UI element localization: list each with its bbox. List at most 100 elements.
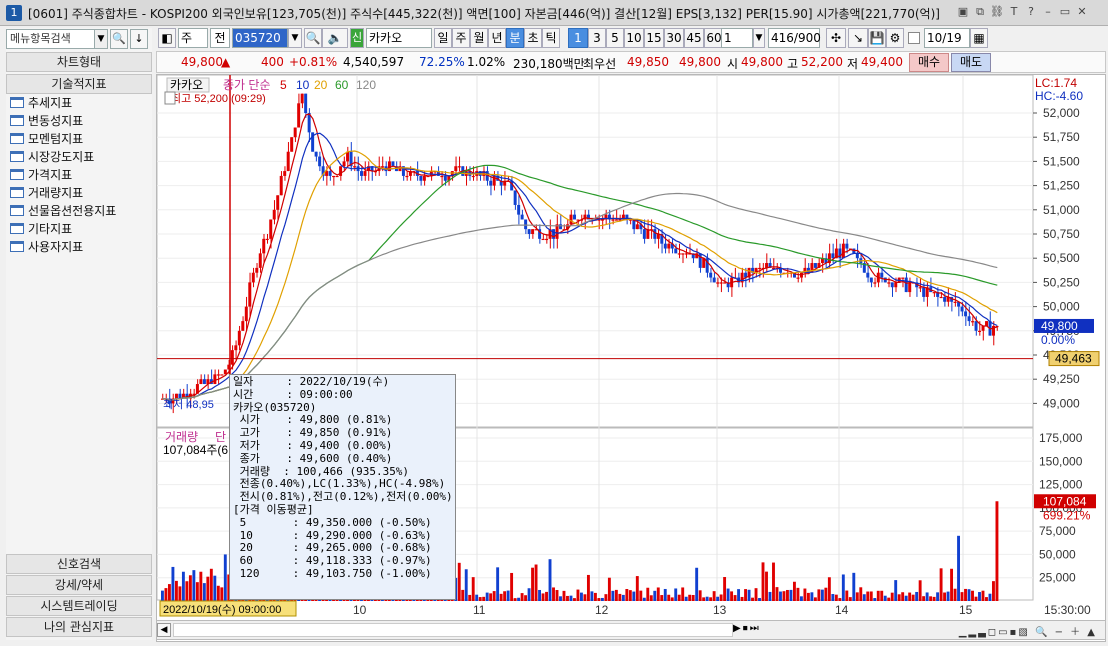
search-dropdown-button[interactable]: ▼ xyxy=(94,29,108,49)
interval-button[interactable]: 45 xyxy=(684,28,704,48)
date-checkbox[interactable] xyxy=(908,32,920,44)
volume-bar xyxy=(946,591,950,601)
interval-button[interactable]: 5 xyxy=(606,28,624,48)
interval-button[interactable]: 10 xyxy=(624,28,644,48)
period-button[interactable]: 분 xyxy=(506,28,524,48)
calendar-icon[interactable]: ▦ xyxy=(970,28,988,48)
lc-label: LC:1.74 xyxy=(1035,76,1077,90)
help-icon[interactable]: ? xyxy=(1024,5,1038,19)
minimize-icon[interactable]: – xyxy=(1041,5,1055,19)
tab-chart-type[interactable]: 차트형태 xyxy=(6,52,152,72)
save-icon[interactable]: 💾 xyxy=(868,28,886,48)
layout-icon[interactable]: ▣ xyxy=(956,5,970,19)
sell-button[interactable]: 매도 xyxy=(951,53,991,72)
volume-bar xyxy=(831,594,835,601)
tab-technical-indicators[interactable]: 기술적지표 xyxy=(6,74,152,94)
strength-weakness-button[interactable]: 강세/약세 xyxy=(6,575,152,595)
candle-body xyxy=(174,393,178,399)
candle-body xyxy=(887,282,891,284)
volume-bar xyxy=(782,591,786,601)
code-dropdown-button[interactable]: ▼ xyxy=(288,28,302,48)
indicator-folder-item[interactable]: 모멘텀지표 xyxy=(10,130,83,148)
zoom-controls[interactable]: ▁▂▃◻▭▪▧ 🔍 − ＋ ▲ xyxy=(797,623,1097,638)
gear-icon[interactable]: ⚙ xyxy=(886,28,904,48)
candle-body xyxy=(974,321,978,331)
period-button[interactable]: 일 xyxy=(434,28,452,48)
copy-window-icon[interactable]: ⧉ xyxy=(973,5,987,19)
price-tick-label: 50,000 xyxy=(1043,300,1080,314)
buy-button[interactable]: 매수 xyxy=(909,53,949,72)
volume-bar xyxy=(883,595,887,601)
menu-search-input[interactable]: 메뉴항목검색 xyxy=(6,29,106,49)
indicator-folder-item[interactable]: 추세지표 xyxy=(10,94,72,112)
period-button[interactable]: 초 xyxy=(524,28,542,48)
volume-bar xyxy=(593,592,597,601)
scroll-track[interactable] xyxy=(173,623,733,637)
indicator-folder-item[interactable]: 기타지표 xyxy=(10,220,72,238)
candle-body xyxy=(569,214,573,225)
interval-button[interactable]: 1 xyxy=(568,28,588,48)
volume-bar xyxy=(971,590,974,601)
indicator-folder-item[interactable]: 선물옵션전용지표 xyxy=(10,202,116,220)
my-indicators-button[interactable]: 나의 관심지표 xyxy=(6,617,152,637)
ma-period-label: 20 xyxy=(314,78,328,92)
volume-bar xyxy=(932,596,936,601)
volume-bar xyxy=(489,593,493,601)
period-button[interactable]: 틱 xyxy=(542,28,560,48)
interval-button[interactable]: 3 xyxy=(588,28,606,48)
volume-bar xyxy=(538,589,541,601)
unit-select[interactable]: 1 xyxy=(721,28,753,48)
candle-body xyxy=(712,277,716,283)
close-icon[interactable]: ✕ xyxy=(1075,5,1089,19)
candle-body xyxy=(342,161,346,167)
volume-bar xyxy=(817,589,821,601)
download-icon[interactable]: ↓ xyxy=(130,29,148,49)
period-button[interactable]: 주 xyxy=(452,28,470,48)
playback-controls[interactable]: ▶⏹⏭ xyxy=(733,623,781,637)
system-trading-button[interactable]: 시스템트레이딩 xyxy=(6,596,152,616)
trendline-icon[interactable]: ↘ xyxy=(848,28,868,48)
candle-body xyxy=(318,156,322,167)
signal-search-button[interactable]: 신호검색 xyxy=(6,554,152,574)
volume-bar xyxy=(796,587,800,601)
candle-body xyxy=(960,306,964,312)
volume-bar xyxy=(604,594,608,601)
period-button[interactable]: 년 xyxy=(488,28,506,48)
indicator-folder-item[interactable]: 가격지표 xyxy=(10,166,72,184)
link-icon[interactable]: ⛓ xyxy=(990,5,1004,19)
stock-code-input[interactable]: 035720 xyxy=(232,28,288,48)
mode-select[interactable]: 주 xyxy=(178,28,208,48)
search-icon[interactable]: 🔍 xyxy=(110,29,128,49)
period-button[interactable]: 월 xyxy=(470,28,488,48)
interval-button[interactable]: 30 xyxy=(664,28,684,48)
candle-body xyxy=(335,175,339,178)
maximize-icon[interactable]: ▭ xyxy=(1058,5,1072,19)
chart-scrollbar[interactable]: ◀ ▶⏹⏭ ▁▂▃◻▭▪▧ 🔍 − ＋ ▲ xyxy=(156,620,1106,640)
crosshair-icon[interactable]: ✣ xyxy=(826,28,846,48)
indicator-folder-item[interactable]: 변동성지표 xyxy=(10,112,83,130)
moving-average-line xyxy=(162,150,998,401)
candle-body xyxy=(653,229,657,239)
interval-button[interactable]: 15 xyxy=(644,28,664,48)
tooltip-line: 120 : 49,103.750 (-1.00%) xyxy=(233,566,432,580)
data-count-field[interactable]: 416/900 xyxy=(768,28,821,48)
candle-body xyxy=(422,175,426,181)
date-field[interactable]: 10/19 xyxy=(924,28,970,48)
scroll-left-button[interactable]: ◀ xyxy=(157,623,171,637)
indicator-folder-item[interactable]: 거래량지표 xyxy=(10,184,83,202)
prev-button[interactable]: 전 xyxy=(210,28,230,48)
volume-bar xyxy=(848,597,852,601)
candle-body xyxy=(677,253,681,255)
search-icon[interactable]: 🔍 xyxy=(304,28,322,48)
volume-bar xyxy=(834,594,838,601)
font-icon[interactable]: T xyxy=(1007,5,1021,19)
volume-bar xyxy=(607,577,611,601)
indicator-folder-label: 모멘텀지표 xyxy=(28,132,84,146)
volume-bar xyxy=(974,596,978,601)
indicator-folder-item[interactable]: 시장강도지표 xyxy=(10,148,94,166)
unit-dropdown-button[interactable]: ▼ xyxy=(753,28,765,48)
speaker-icon[interactable]: 🔈 xyxy=(322,28,348,48)
volume-bar xyxy=(209,568,213,601)
indicator-folder-item[interactable]: 사용자지표 xyxy=(10,238,83,256)
chart-settings-icon[interactable]: ◧ xyxy=(158,28,176,48)
